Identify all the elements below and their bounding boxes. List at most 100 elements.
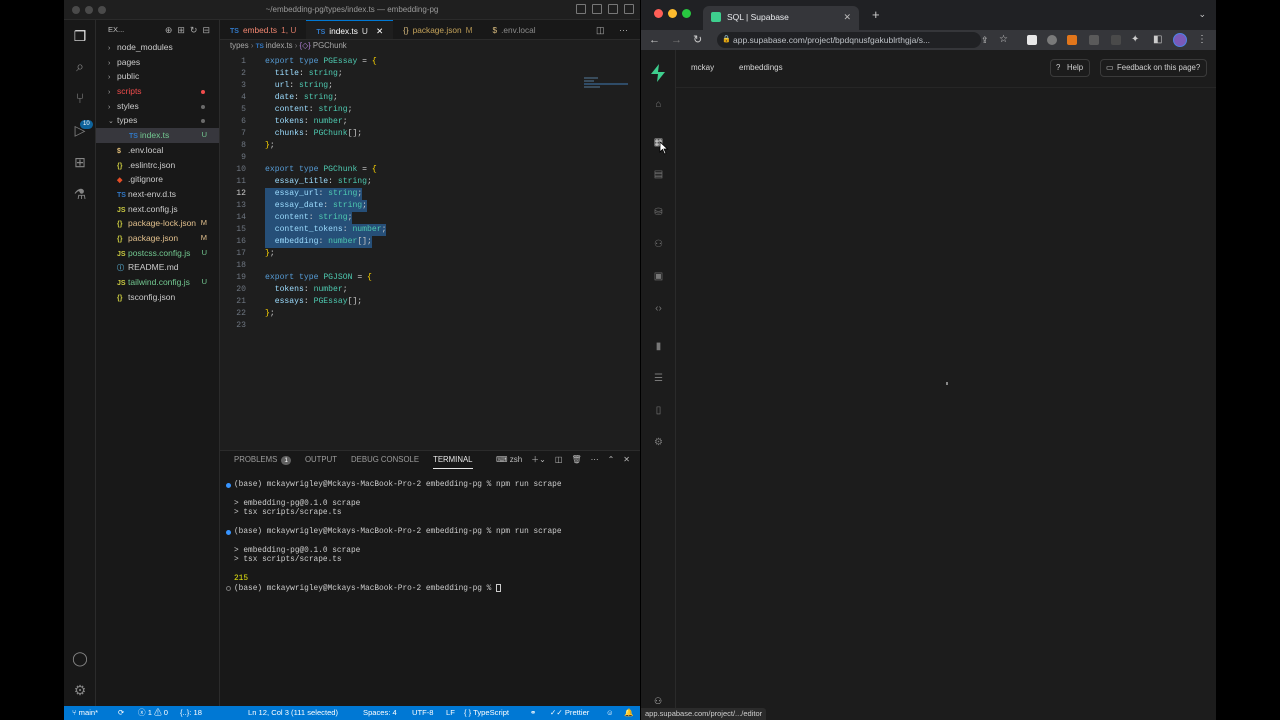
minimize-window-button[interactable] xyxy=(668,9,677,18)
source-control-icon[interactable]: ⑂ xyxy=(72,90,88,106)
breadcrumb-org[interactable]: mckay xyxy=(691,63,714,72)
maximize-window-button[interactable] xyxy=(682,9,691,18)
panel-tab-problems[interactable]: PROBLEMS 1 xyxy=(234,451,291,469)
editor-actions[interactable]: ◫ ⋯ xyxy=(590,20,640,39)
close-panel-icon[interactable]: ✕ xyxy=(623,451,630,469)
new-tab-button[interactable]: + xyxy=(872,8,880,22)
code-line[interactable]: 16 embedding: number[]; xyxy=(220,236,640,248)
file-item[interactable]: {} package-lock.json M xyxy=(96,216,219,231)
prettier-status[interactable]: ✓✓ Prettier xyxy=(550,706,589,720)
file-item[interactable]: {} .eslintrc.json xyxy=(96,158,219,173)
extension-icon[interactable] xyxy=(1047,35,1057,45)
auth-icon[interactable]: ⚇ xyxy=(652,238,665,251)
file-item[interactable]: JS postcss.config.js U xyxy=(96,246,219,261)
folder-item[interactable]: ⌄ types xyxy=(96,113,219,128)
breadcrumb-file[interactable]: index.ts xyxy=(266,41,293,50)
extensions-puzzle-icon[interactable]: ✦ xyxy=(1131,33,1139,47)
close-tab-icon[interactable]: ✕ xyxy=(843,6,851,28)
encoding-status[interactable]: UTF-8 xyxy=(412,706,434,720)
account-icon[interactable]: ◯ xyxy=(72,650,88,666)
reload-icon[interactable]: ↻ xyxy=(693,33,702,47)
browser-tab[interactable]: SQL | Supabase ✕ xyxy=(703,6,859,30)
code-editor[interactable]: 1 export type PGEssay = {2 title: string;… xyxy=(220,56,640,332)
code-line[interactable]: 6 tokens: number; xyxy=(220,116,640,128)
extension-icon[interactable] xyxy=(1111,35,1121,45)
feedback-icon[interactable]: ☺ xyxy=(606,706,614,720)
new-terminal-icon[interactable]: ＋⌄ xyxy=(531,451,546,469)
indentation-status[interactable]: Spaces: 4 xyxy=(363,706,397,720)
logs-icon[interactable]: ☰ xyxy=(652,372,665,385)
close-window-button[interactable] xyxy=(654,9,663,18)
profile-avatar[interactable] xyxy=(1173,33,1187,47)
supabase-logo-icon[interactable] xyxy=(650,64,666,82)
branch-status[interactable]: ⑂ main* xyxy=(72,706,98,720)
toggle-panel-icon[interactable] xyxy=(592,4,602,14)
file-item[interactable]: JS tailwind.config.js U xyxy=(96,275,219,290)
folder-item[interactable]: › styles xyxy=(96,99,219,114)
panel-tab-output[interactable]: OUTPUT xyxy=(305,451,337,469)
api-docs-icon[interactable]: ▯ xyxy=(652,404,665,417)
file-item[interactable]: {} tsconfig.json xyxy=(96,290,219,305)
code-line[interactable]: 22}; xyxy=(220,308,640,320)
notifications-icon[interactable]: 🔔 xyxy=(624,706,633,720)
toggle-secondary-sidebar-icon[interactable] xyxy=(608,4,618,14)
testing-icon[interactable]: ⚗ xyxy=(72,186,88,202)
editor-tab[interactable]: TS index.ts U ✕ xyxy=(306,20,394,39)
editor-tab[interactable]: TS embed.ts 1, U xyxy=(220,20,306,39)
code-line[interactable]: 13 essay_date: string; xyxy=(220,200,640,212)
storage-icon[interactable]: ▣ xyxy=(652,270,665,283)
code-line[interactable]: 18 xyxy=(220,260,640,272)
extensions-icon[interactable]: ⊞ xyxy=(72,154,88,170)
code-line[interactable]: 12 essay_url: string; xyxy=(220,188,640,200)
extension-icon[interactable] xyxy=(1089,35,1099,45)
sql-editor-icon[interactable]: ▤ xyxy=(652,168,665,181)
code-line[interactable]: 7 chunks: PGChunk[]; xyxy=(220,128,640,140)
eol-status[interactable]: LF xyxy=(446,706,455,720)
search-icon[interactable]: ⌕ xyxy=(72,58,88,74)
maximize-window-dot[interactable] xyxy=(98,6,106,14)
folder-item[interactable]: › scripts xyxy=(96,84,219,99)
metamask-extension-icon[interactable] xyxy=(1067,35,1077,45)
settings-icon[interactable]: ⚙ xyxy=(652,436,665,449)
code-line[interactable]: 17}; xyxy=(220,248,640,260)
panel-tab-debug-console[interactable]: DEBUG CONSOLE xyxy=(351,451,419,469)
file-item[interactable]: $ .env.local xyxy=(96,143,219,158)
breadcrumb-project[interactable]: embeddings xyxy=(739,63,783,72)
code-line[interactable]: 5 content: string; xyxy=(220,104,640,116)
edge-functions-icon[interactable]: ‹› xyxy=(652,302,665,315)
database-icon[interactable]: ⛁ xyxy=(652,206,665,219)
sync-icon[interactable]: ⟳ xyxy=(118,706,124,720)
command-decoration-dot[interactable] xyxy=(226,529,231,535)
code-line[interactable]: 8}; xyxy=(220,140,640,152)
minimap[interactable] xyxy=(584,76,630,106)
address-bar[interactable]: 🔒 app.supabase.com/project/bpdqnusfgakub… xyxy=(717,32,981,48)
folder-item[interactable]: › pages xyxy=(96,55,219,70)
code-line[interactable]: 23 xyxy=(220,320,640,332)
code-line[interactable]: 4 date: string; xyxy=(220,92,640,104)
file-item[interactable]: ⓘ README.md xyxy=(96,260,219,275)
close-tab-icon[interactable]: ✕ xyxy=(374,26,383,36)
code-line[interactable]: 19 export type PGJSON = { xyxy=(220,272,640,284)
breadcrumb-symbol[interactable]: PGChunk xyxy=(313,41,347,50)
command-decoration-dot[interactable] xyxy=(226,586,231,592)
tab-search-icon[interactable]: ⌄ xyxy=(1198,9,1206,20)
kill-terminal-icon[interactable]: 🗑 xyxy=(571,451,581,469)
brackets-status[interactable]: {..}: 18 xyxy=(180,706,202,720)
split-terminal-icon[interactable]: ◫ xyxy=(555,451,563,469)
command-decoration-dot[interactable] xyxy=(226,483,231,488)
live-share-icon[interactable]: ⚭ xyxy=(530,706,536,720)
language-mode[interactable]: { } TypeScript xyxy=(464,706,509,720)
maximize-panel-icon[interactable]: ⌃ xyxy=(608,451,615,469)
editor-tab[interactable]: {} package.json M xyxy=(393,20,482,39)
customize-layout-icon[interactable] xyxy=(624,4,634,14)
run-debug-icon[interactable]: ▷ xyxy=(72,122,88,138)
manage-gear-icon[interactable]: ⚙ xyxy=(72,682,88,698)
chrome-menu-icon[interactable]: ⋮ xyxy=(1197,33,1207,47)
code-line[interactable]: 14 content: string; xyxy=(220,212,640,224)
toggle-sidebar-icon[interactable] xyxy=(576,4,586,14)
extension-icon[interactable] xyxy=(1027,35,1037,45)
back-icon[interactable]: ← xyxy=(649,33,660,47)
problems-status[interactable]: ⓧ 1 ⚠ 0 xyxy=(138,706,168,720)
user-account-icon[interactable]: ⚇ xyxy=(654,696,662,707)
share-icon[interactable]: ⇪ xyxy=(981,33,989,47)
